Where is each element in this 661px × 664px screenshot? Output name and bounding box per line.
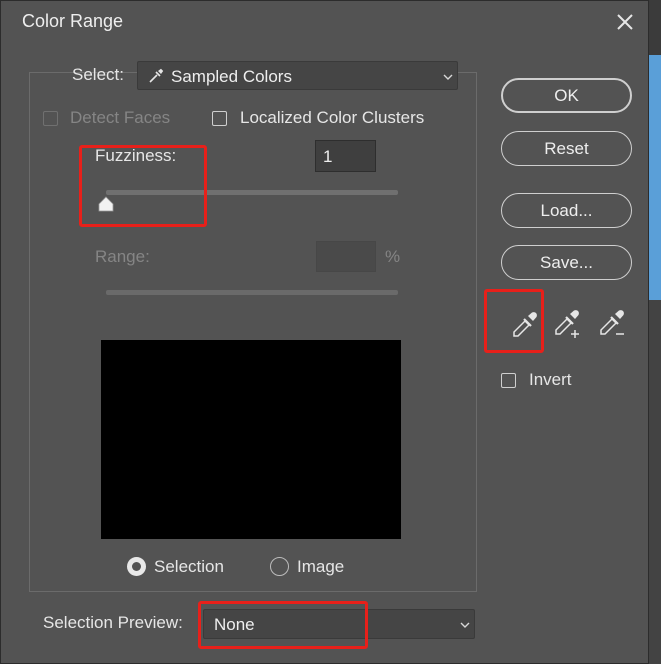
load-button[interactable]: Load... — [501, 193, 632, 228]
invert-checkbox[interactable] — [501, 373, 516, 388]
background-canvas-right — [649, 55, 661, 300]
eyedropper-minus-icon[interactable] — [598, 310, 628, 340]
localized-color-clusters-checkbox[interactable] — [212, 111, 227, 126]
select-label: Select: — [72, 65, 124, 84]
save-button[interactable]: Save... — [501, 245, 632, 280]
detect-faces-checkbox[interactable] — [43, 111, 58, 126]
localized-color-clusters-label: Localized Color Clusters — [240, 108, 425, 127]
close-button[interactable] — [612, 9, 638, 35]
select-dropdown[interactable]: Sampled Colors — [137, 61, 458, 90]
close-icon — [617, 14, 633, 30]
image-radio-label: Image — [297, 557, 345, 576]
chevron-down-icon — [460, 622, 470, 628]
range-slider-track[interactable] — [106, 290, 398, 295]
range-label: Range: — [95, 247, 150, 266]
image-radio[interactable] — [270, 557, 289, 576]
range-input[interactable] — [316, 241, 376, 272]
reset-button[interactable]: Reset — [501, 131, 632, 166]
fuzziness-slider-track[interactable] — [106, 190, 398, 195]
eyedropper-icon[interactable] — [509, 310, 539, 340]
select-value: Sampled Colors — [171, 67, 292, 86]
fuzziness-input[interactable]: 1 — [315, 140, 376, 172]
dialog-title: Color Range — [22, 11, 124, 31]
ok-button[interactable]: OK — [501, 78, 632, 113]
selection-radio[interactable] — [127, 557, 146, 576]
selection-preview-label: Selection Preview: — [43, 613, 183, 632]
selection-radio-label: Selection — [154, 557, 224, 576]
detect-faces-label: Detect Faces — [70, 108, 171, 127]
fuzziness-slider-thumb[interactable] — [97, 196, 115, 212]
selection-preview-dropdown[interactable]: None — [203, 609, 475, 639]
chevron-down-icon — [443, 74, 453, 80]
range-unit: % — [385, 247, 401, 266]
eyedropper-plus-icon[interactable] — [553, 310, 583, 340]
invert-label: Invert — [529, 370, 572, 389]
fuzziness-label: Fuzziness: — [95, 146, 177, 165]
selection-preview-value: None — [214, 615, 255, 634]
eyedropper-icon — [149, 68, 164, 83]
selection-preview-image — [101, 340, 401, 539]
